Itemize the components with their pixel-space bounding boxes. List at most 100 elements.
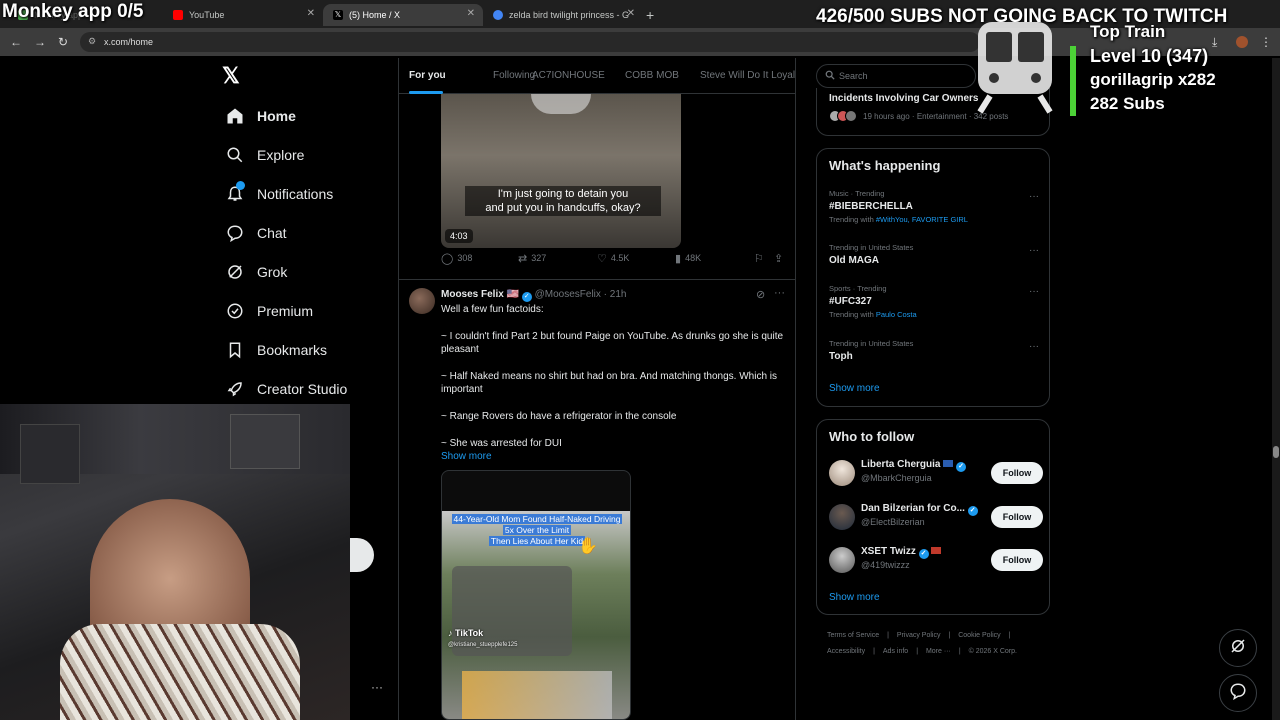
nav-creator-studio[interactable]: Creator Studio <box>222 374 347 404</box>
nav-home[interactable]: Home <box>222 101 296 131</box>
author-name[interactable]: Mooses Felix <box>441 289 504 300</box>
headline-line: Then Lies About Her Kid <box>488 536 586 546</box>
address-bar[interactable]: ⚙ x.com/home <box>80 32 980 52</box>
repost-button[interactable]: ⇄ 327 <box>518 252 546 265</box>
avatar[interactable] <box>829 460 855 486</box>
trend-item[interactable]: Trending in United States Toph ··· <box>829 339 1039 362</box>
trend-item[interactable]: Sports · Trending #UFC327 Trending with … <box>829 284 1039 319</box>
follow-suggestion[interactable]: Dan Bilzerian for Co... ✓ @ElectBilzeria… <box>829 500 1043 536</box>
feed-tabs: For you Following AC7IONHOUSE COBB MOB S… <box>399 58 795 94</box>
menu-kebab-icon[interactable]: ⋮ <box>1260 35 1272 49</box>
post-video[interactable]: 44-Year-Old Mom Found Half-Naked Driving… <box>441 470 631 720</box>
show-more-link[interactable]: Show more <box>441 451 492 462</box>
more-options-icon[interactable]: ··· <box>1029 341 1039 352</box>
verified-badge-icon: ✓ <box>967 506 978 516</box>
tab-cobb-mob[interactable]: COBB MOB <box>625 70 679 81</box>
tab-for-you[interactable]: For you <box>409 70 446 81</box>
footer-link[interactable]: Cookie Policy <box>958 632 1000 639</box>
follow-button[interactable]: Follow <box>991 506 1043 528</box>
bookmark-icon[interactable]: ⚐ <box>754 252 764 265</box>
nav-explore[interactable]: Explore <box>222 140 304 170</box>
more-options-icon[interactable]: ··· <box>1029 191 1039 202</box>
nav-premium[interactable]: Premium <box>222 296 313 326</box>
more-options-icon[interactable]: ··· <box>1029 286 1039 297</box>
flag-icon <box>943 460 954 467</box>
tab-x-home[interactable]: 𝕏 (5) Home / X ✕ <box>323 4 483 26</box>
tab-google-search[interactable]: zelda bird twilight princess - G ✕ <box>483 4 643 26</box>
like-button[interactable]: ♡ 4.5K <box>597 252 629 265</box>
nav-label: Bookmarks <box>257 342 328 358</box>
footer-link[interactable]: More ··· <box>926 648 951 655</box>
author-handle: @MoosesFelix · 21h <box>534 289 627 300</box>
active-tab-indicator <box>409 91 443 94</box>
forward-arrow-icon[interactable]: → <box>34 35 46 49</box>
avatar[interactable] <box>829 504 855 530</box>
trend-with: Trending with #WithYou, FAVORITE GIRL <box>829 215 1039 224</box>
verified-badge-icon: ✓ <box>918 549 929 559</box>
more-options-icon[interactable]: ··· <box>371 680 383 694</box>
trend-item[interactable]: Trending in United States Old MAGA ··· <box>829 243 1039 266</box>
new-tab-button[interactable]: + <box>642 4 662 26</box>
tab-steve-will-do-it-loyal[interactable]: Steve Will Do It Loyal <box>700 70 795 81</box>
back-arrow-icon[interactable]: ← <box>10 35 22 49</box>
hand-cursor-icon: ✋ <box>578 538 598 555</box>
nav-grok[interactable]: Grok <box>222 257 287 287</box>
nav-label: Chat <box>257 225 287 241</box>
tab-label: (5) Home / X <box>349 10 401 20</box>
scrollbar-thumb[interactable] <box>1273 446 1279 458</box>
follow-button[interactable]: Follow <box>991 462 1043 484</box>
tab-ac7ionhouse[interactable]: AC7IONHOUSE <box>532 70 605 81</box>
site-info-icon[interactable]: ⚙ <box>88 36 96 47</box>
footer-link[interactable]: Accessibility <box>827 648 865 655</box>
footer-copyright: © 2026 X Corp. <box>968 648 1017 655</box>
show-more-link[interactable]: Show more <box>829 383 880 394</box>
follow-suggestion[interactable]: Liberta Cherguia ✓ @MbarkCherguia Follow <box>829 456 1043 492</box>
more-options-icon[interactable]: ··· <box>1029 245 1039 256</box>
more-options-icon[interactable]: ··· <box>774 287 785 299</box>
trend-item[interactable]: Music · Trending #BIEBERCHELLA Trending … <box>829 189 1039 224</box>
google-favicon-icon <box>493 10 503 20</box>
post-video[interactable]: I'm just going to detain you and put you… <box>441 94 681 248</box>
tab-following[interactable]: Following <box>493 70 535 81</box>
footer-link[interactable]: Terms of Service <box>827 632 879 639</box>
trend-with-link[interactable]: #WithYou, FAVORITE GIRL <box>876 215 968 224</box>
avatar[interactable] <box>829 547 855 573</box>
follow-suggestion[interactable]: XSET Twizz ✓ @419twizzz Follow <box>829 543 1043 579</box>
page-scrollbar[interactable] <box>1272 58 1280 720</box>
messages-fab[interactable] <box>1219 674 1257 712</box>
close-tab-icon[interactable]: ✕ <box>627 8 635 19</box>
webcam-poster <box>230 414 300 469</box>
grok-icon[interactable]: ⊘ <box>756 288 765 301</box>
reply-button[interactable]: ◯ 308 <box>441 252 472 265</box>
show-more-link[interactable]: Show more <box>829 592 880 603</box>
close-tab-icon[interactable]: ✕ <box>467 8 475 19</box>
follow-button[interactable]: Follow <box>991 549 1043 571</box>
heart-icon: ♡ <box>597 252 607 265</box>
close-tab-icon[interactable]: ✕ <box>307 8 315 19</box>
nav-notifications[interactable]: Notifications <box>222 179 333 209</box>
post-text-line: ~ Range Rovers do have a refrigerator in… <box>441 411 677 422</box>
chat-icon <box>1229 682 1247 705</box>
search-icon <box>825 70 835 82</box>
footer-link[interactable]: Privacy Policy <box>897 632 941 639</box>
reload-icon[interactable]: ↻ <box>58 35 68 49</box>
grok-fab[interactable] <box>1219 629 1257 667</box>
nav-chat[interactable]: Chat <box>222 218 287 248</box>
profile-avatar[interactable] <box>1236 36 1248 48</box>
x-logo[interactable]: 𝕏 <box>222 61 240 91</box>
user-handle: @ElectBilzerian <box>861 517 925 527</box>
url-text: x.com/home <box>104 37 154 47</box>
views-button[interactable]: ▮ 48K <box>675 252 701 265</box>
trend-with-link[interactable]: Paulo Costa <box>876 310 917 319</box>
share-icon[interactable]: ⇪ <box>774 252 783 265</box>
nav-bookmarks[interactable]: Bookmarks <box>222 335 327 365</box>
avatar[interactable] <box>409 288 435 314</box>
footer-link[interactable]: Ads info <box>883 648 908 655</box>
download-icon[interactable]: ⤓ <box>1212 35 1217 50</box>
bell-icon <box>222 181 248 204</box>
tab-youtube[interactable]: YouTube ✕ <box>163 4 323 26</box>
search-input[interactable]: Search <box>816 64 976 88</box>
post-divider <box>399 279 795 280</box>
affiliate-badge-icon <box>931 547 942 554</box>
trend-category: Trending in United States <box>829 339 914 348</box>
